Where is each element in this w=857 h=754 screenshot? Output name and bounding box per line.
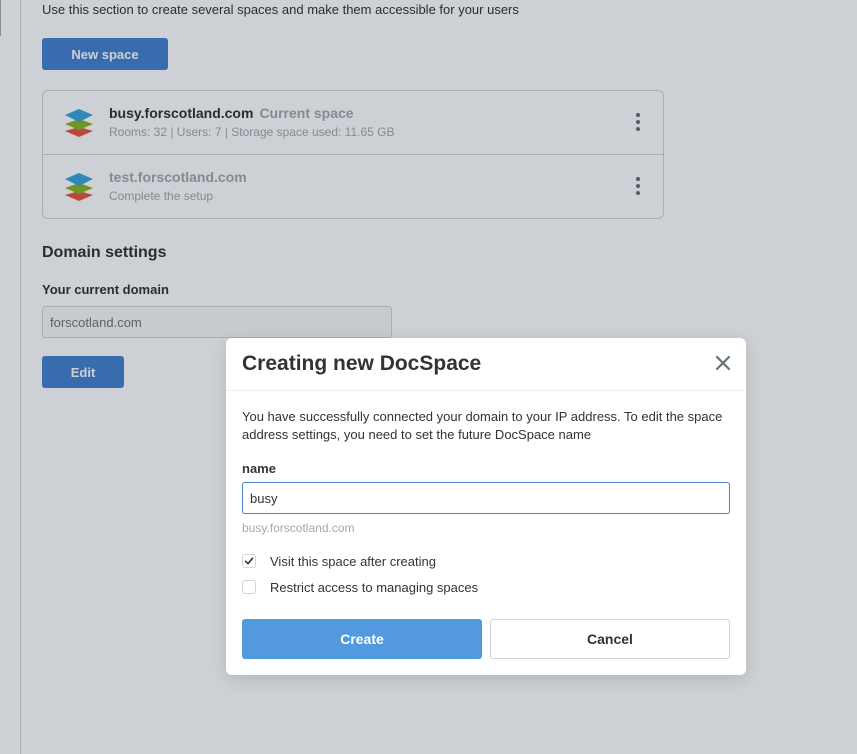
cancel-button[interactable]: Cancel (490, 619, 730, 659)
create-button[interactable]: Create (242, 619, 482, 659)
docspace-name-input[interactable] (242, 482, 730, 514)
visit-space-checkbox-row[interactable]: Visit this space after creating (242, 553, 436, 569)
visit-space-label: Visit this space after creating (270, 553, 436, 569)
create-docspace-dialog: Creating new DocSpace You have successfu… (226, 338, 746, 675)
domain-preview: busy.forscotland.com (242, 521, 355, 535)
restrict-access-checkbox-row[interactable]: Restrict access to managing spaces (242, 579, 478, 595)
restrict-access-checkbox[interactable] (242, 580, 256, 594)
check-icon (244, 557, 254, 565)
visit-space-checkbox[interactable] (242, 554, 256, 568)
restrict-access-label: Restrict access to managing spaces (270, 579, 479, 595)
dialog-title: Creating new DocSpace (242, 352, 482, 375)
close-icon[interactable] (714, 354, 732, 372)
dialog-description: You have successfully connected your dom… (242, 409, 723, 442)
name-field-label: name (242, 461, 276, 476)
dialog-header: Creating new DocSpace (226, 338, 746, 391)
